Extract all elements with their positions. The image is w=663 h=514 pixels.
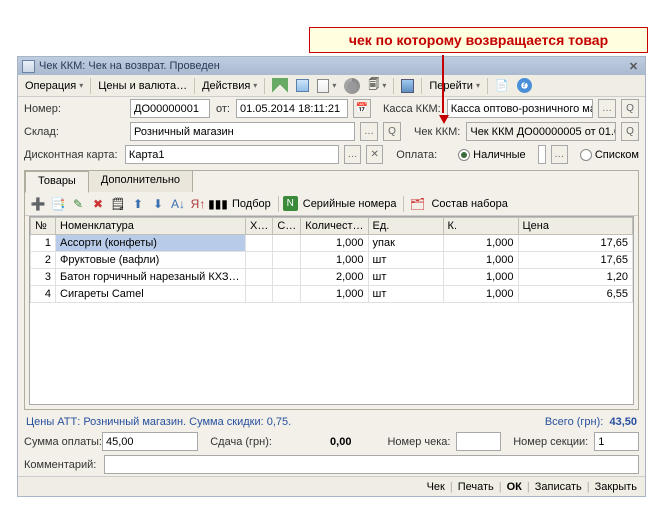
date-calendar-button[interactable]: 📅	[353, 99, 371, 118]
tb-help2-icon[interactable]	[514, 77, 535, 94]
goto-dropdown[interactable]: Перейти	[426, 79, 483, 93]
tabs-panel: Товары Дополнительно ➕ 📑 ✎ ✖ 🗒 ⬆ ⬇ A↓ Я↑…	[24, 170, 639, 410]
kassa-kkm-open[interactable]: Q	[621, 99, 639, 118]
move-down-icon[interactable]: ⬇	[149, 195, 167, 213]
tab-extra[interactable]: Дополнительно	[88, 170, 193, 192]
tb-report-icon[interactable]	[398, 78, 417, 94]
table-row[interactable]: 1Ассорти (конфеты)1,000упак1,00017,65	[31, 235, 633, 252]
title-bar: Чек ККМ: Чек на возврат. Проведен ✕	[18, 57, 645, 75]
table-row[interactable]: 2Фруктовые (вафли)1,000шт1,00017,65	[31, 252, 633, 269]
tab-goods[interactable]: Товары	[25, 171, 89, 193]
number-label: Номер:	[24, 103, 124, 115]
delete-row-icon[interactable]: ✖	[89, 195, 107, 213]
kassa-kkm-select[interactable]: …	[598, 99, 616, 118]
sdacha-value: 0,00	[278, 436, 352, 448]
callout-box: чек по которому возвращается товар	[309, 27, 648, 53]
sum-oplaty-field[interactable]: 45,00	[102, 432, 198, 451]
save-button[interactable]: Записать	[535, 481, 582, 493]
clear-icon[interactable]: 🗒	[109, 195, 127, 213]
table-row[interactable]: 3Батон горчичный нарезаный КХЗ…2,000шт1,…	[31, 269, 633, 286]
window-title: Чек ККМ: Чек на возврат. Проведен	[39, 60, 220, 72]
close-btn[interactable]: Закрыть	[595, 481, 637, 493]
window-icon	[22, 60, 35, 73]
sort-desc-icon[interactable]: Я↑	[189, 195, 207, 213]
chek-kkm-field[interactable]: Чек ККМ ДО00000005 от 01.07.2011 12…	[466, 122, 616, 141]
ok-button[interactable]: ОК	[507, 481, 522, 493]
pay-cash-radio[interactable]: Наличные	[458, 149, 525, 161]
edit-row-icon[interactable]: ✎	[69, 195, 87, 213]
sklad-open[interactable]: Q	[383, 122, 401, 141]
grid[interactable]: № Номенклатура Х… С… Количест… Ед. К. Це…	[29, 216, 634, 405]
number-field[interactable]: ДО00000001	[130, 99, 210, 118]
disc-card-clear[interactable]: ✕	[366, 145, 383, 164]
nomer-sektsii-field[interactable]: 1	[594, 432, 639, 451]
chek-button[interactable]: Чек	[427, 481, 445, 493]
nomer-cheka-field[interactable]	[456, 432, 501, 451]
close-button[interactable]: ✕	[626, 59, 641, 74]
tb-action-icon[interactable]	[341, 77, 363, 95]
pay-extra-select[interactable]: …	[551, 145, 568, 164]
actions-dropdown[interactable]: Действия	[199, 79, 260, 93]
grid-toolbar: ➕ 📑 ✎ ✖ 🗒 ⬆ ⬇ A↓ Я↑ ▮▮▮ Подбор N Серийны…	[25, 192, 638, 216]
chek-kkm-open[interactable]: Q	[621, 122, 639, 141]
sklad-field[interactable]: Розничный магазин	[130, 122, 355, 141]
pay-list-radio[interactable]: Списком	[580, 149, 639, 161]
tb-save-icon[interactable]	[293, 78, 312, 93]
sostav-icon: 🗂	[408, 195, 426, 213]
callout-arrow-icon	[439, 115, 449, 124]
prices-button[interactable]: Цены и валюта…	[95, 79, 190, 93]
barcode-icon[interactable]: ▮▮▮	[209, 195, 227, 213]
tb-help1-icon[interactable]: 📄	[492, 78, 512, 93]
sklad-select[interactable]: …	[360, 122, 378, 141]
command-bar: Чек | Печать | ОК | Записать | Закрыть	[18, 476, 645, 496]
main-toolbar: Операция Цены и валюта… Действия 🗐 Перей…	[18, 75, 645, 97]
sostav-button[interactable]: Состав набора	[428, 197, 510, 211]
tb-approved-icon[interactable]	[269, 77, 291, 95]
operation-dropdown[interactable]: Операция	[22, 79, 86, 93]
serial-button[interactable]: Серийные номера	[300, 197, 400, 211]
total-value: 43,50	[609, 416, 637, 428]
podbor-button[interactable]: Подбор	[229, 197, 274, 211]
kassa-kkm-field[interactable]: Касса оптово-розничного магазина	[447, 99, 593, 118]
tb-tree-icon[interactable]: 🗐	[365, 75, 389, 96]
date-field[interactable]: 01.05.2014 18:11:21	[236, 99, 348, 118]
disc-card-field[interactable]: Карта1	[125, 145, 339, 164]
tb-doc-icon[interactable]	[314, 78, 339, 94]
pay-extra-field[interactable]	[538, 145, 546, 164]
comment-field[interactable]	[104, 455, 639, 474]
move-up-icon[interactable]: ⬆	[129, 195, 147, 213]
disc-card-select[interactable]: …	[344, 145, 361, 164]
print-button[interactable]: Печать	[458, 481, 494, 493]
table-row[interactable]: 4Сигареты Camel1,000шт1,0006,55	[31, 286, 633, 303]
add-copy-icon[interactable]: 📑	[49, 195, 67, 213]
serial-icon: N	[283, 196, 298, 211]
prices-hint: Цены АТТ: Розничный магазин. Сумма скидк…	[26, 416, 291, 428]
add-row-icon[interactable]: ➕	[29, 195, 47, 213]
window: Чек ККМ: Чек на возврат. Проведен ✕ Опер…	[17, 56, 646, 497]
sort-asc-icon[interactable]: A↓	[169, 195, 187, 213]
